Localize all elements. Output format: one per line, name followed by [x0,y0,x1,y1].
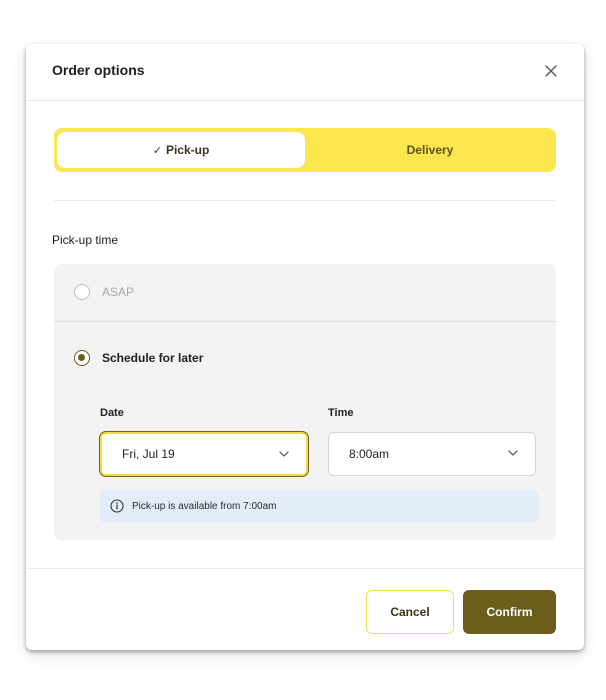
chevron-down-icon [508,450,518,456]
delivery-option-label: Delivery [406,143,454,157]
asap-label: ASAP [102,285,135,299]
time-value: 8:00am [349,447,390,461]
confirm-button[interactable]: Confirm [463,590,556,634]
date-select[interactable]: Fri, Jul 19 [100,432,308,476]
panel-divider [54,321,556,322]
check-icon: ✓ [152,144,162,157]
pickup-time-label: Pick-up time [52,233,119,247]
schedule-later-label: Schedule for later [102,351,204,365]
schedule-later-radio-option[interactable]: Schedule for later [74,350,203,366]
pickup-option-label: Pick-up [165,143,210,157]
dialog-title: Order options [52,62,145,78]
cancel-button[interactable]: Cancel [366,590,454,634]
section-divider [54,200,556,201]
date-value: Fri, Jul 19 [122,447,175,461]
order-type-toggle: ✓ Pick-up Delivery [54,128,556,172]
asap-radio-option[interactable]: ASAP [74,284,134,300]
time-select[interactable]: 8:00am [328,432,536,476]
pickup-time-panel: ASAP Schedule for later Date Time Fri, J… [54,264,556,540]
close-button[interactable] [540,60,562,82]
close-icon [545,65,557,77]
date-label: Date [100,407,124,419]
schedule-later-radio[interactable] [74,350,90,366]
availability-info-text: Pick-up is available from 7:00am [132,500,277,512]
footer-divider [26,568,584,569]
info-icon [110,499,124,513]
availability-info-banner: Pick-up is available from 7:00am [100,490,538,522]
chevron-down-icon [279,451,289,457]
delivery-option[interactable]: Delivery [308,132,552,168]
pickup-option[interactable]: ✓ Pick-up [57,132,305,168]
dialog-header: Order options [26,44,584,101]
asap-radio[interactable] [74,284,90,300]
order-options-dialog: Order options ✓ Pick-up Delivery Pick-up… [26,44,584,650]
time-label: Time [328,407,354,419]
